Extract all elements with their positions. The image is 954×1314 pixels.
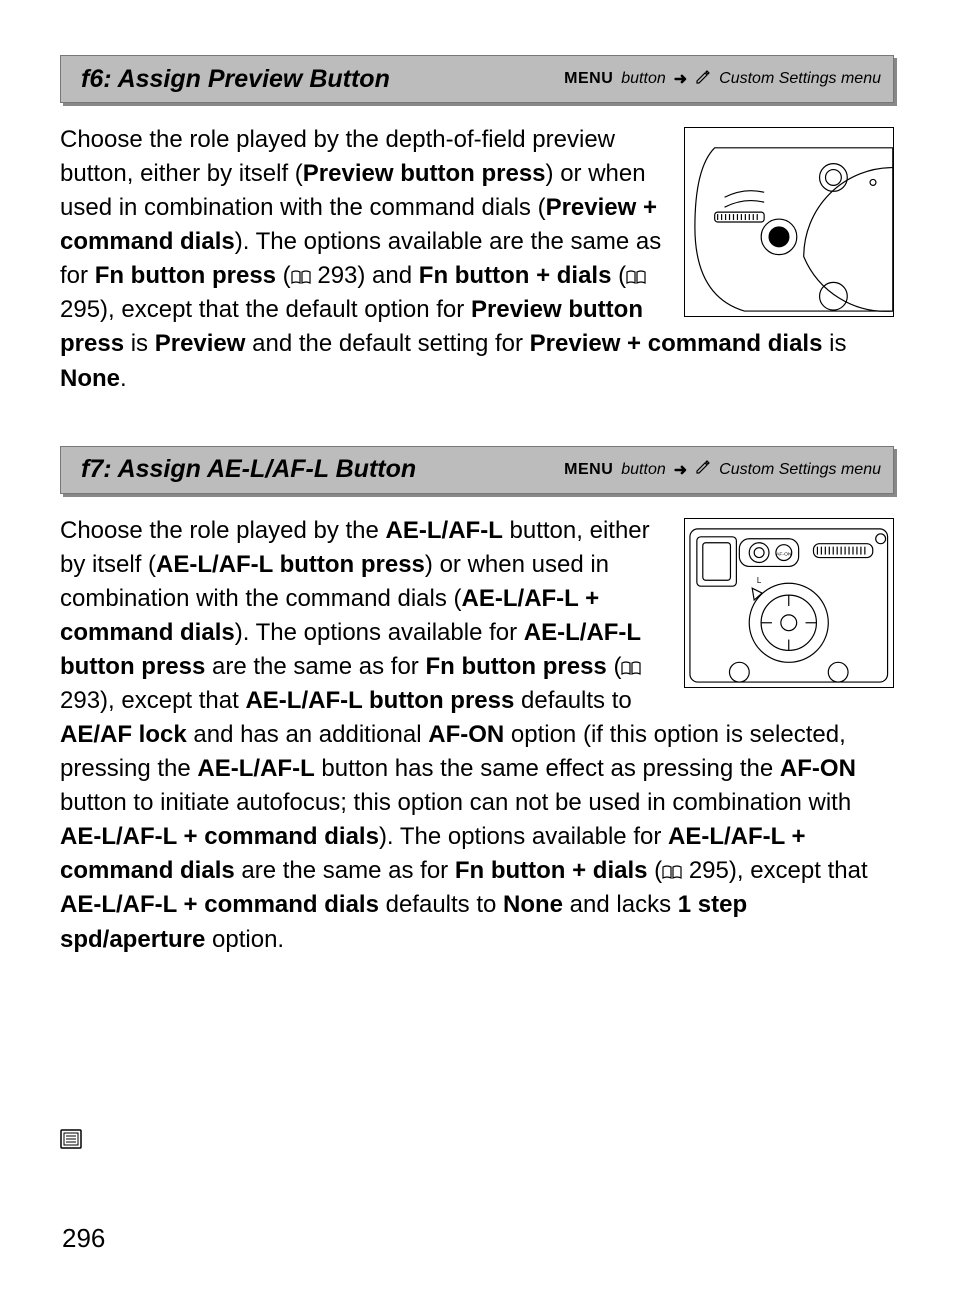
section-body-f6: Choose the role played by the depth-of-f…	[60, 123, 894, 396]
nav-button-word: button	[621, 70, 665, 88]
nav-button-word: button	[621, 461, 665, 479]
nav-menu-word: MENU	[564, 461, 613, 479]
section-title: f6: Assign Preview Button	[81, 65, 390, 94]
section-nav: MENU button ➜ Custom Settings menu	[564, 69, 881, 90]
svg-text:L: L	[757, 576, 762, 585]
camera-back-illustration: AF-ON L	[684, 518, 894, 688]
nav-menu-name: Custom Settings menu	[719, 70, 881, 88]
pencil-icon	[695, 459, 711, 480]
svg-text:AF-ON: AF-ON	[777, 551, 793, 557]
nav-menu-name: Custom Settings menu	[719, 461, 881, 479]
arrow-icon: ➜	[674, 69, 687, 89]
camera-front-illustration	[684, 127, 894, 317]
menu-tab-icon	[56, 1124, 86, 1154]
pencil-icon	[695, 69, 711, 90]
nav-menu-word: MENU	[564, 70, 613, 88]
section-header-f6: f6: Assign Preview Button MENU button ➜ …	[60, 55, 894, 103]
section-body-f7: AF-ON L Choose the role played by the AE…	[60, 514, 894, 957]
section-nav: MENU button ➜ Custom Settings menu	[564, 459, 881, 480]
arrow-icon: ➜	[674, 460, 687, 480]
section-header-f7: f7: Assign AE-L/AF-L Button MENU button …	[60, 446, 894, 494]
page-number: 296	[62, 1223, 105, 1254]
section-title: f7: Assign AE-L/AF-L Button	[81, 455, 416, 484]
